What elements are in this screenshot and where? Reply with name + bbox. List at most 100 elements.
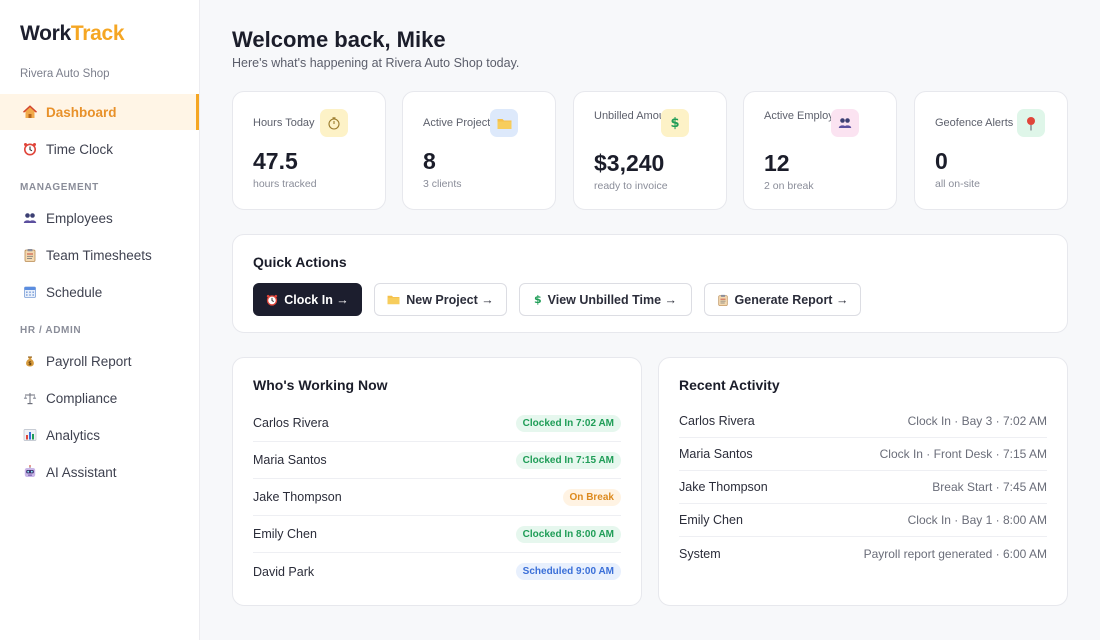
- robot-icon: [22, 464, 38, 480]
- quick-actions-panel: Quick Actions Clock In → New Project → $…: [232, 234, 1068, 333]
- list-item[interactable]: Jake Thompson Break Start · 7:45 AM: [679, 471, 1047, 504]
- dollar-icon: $: [533, 293, 542, 306]
- logo-text-accent: Track: [70, 22, 125, 45]
- status-badge: Scheduled 9:00 AM: [515, 563, 621, 580]
- stat-sub: 3 clients: [423, 178, 462, 190]
- logo-text-primary: Work: [20, 22, 71, 45]
- sidebar-item-label: Dashboard: [46, 104, 117, 120]
- stat-card-hours-today[interactable]: Hours Today 47.5 hours tracked: [232, 91, 386, 210]
- sidebar-item-payroll-report[interactable]: $ Payroll Report: [0, 343, 199, 379]
- sidebar-item-schedule[interactable]: Schedule: [0, 274, 199, 310]
- stat-card-active-projects[interactable]: Active Projects 8 3 clients: [402, 91, 556, 210]
- button-label: Generate Report →: [734, 292, 849, 307]
- clipboard-icon: [717, 294, 729, 306]
- table-row[interactable]: Jake Thompson On Break: [253, 479, 621, 516]
- bar-chart-icon: [22, 427, 38, 443]
- stat-value: 8: [423, 148, 436, 174]
- activity-detail: Clock In · Bay 3 · 7:02 AM: [907, 414, 1047, 428]
- activity-actor: Carlos Rivera: [679, 414, 755, 428]
- sidebar-item-label: Payroll Report: [46, 353, 132, 369]
- stat-sub: ready to invoice: [594, 180, 668, 192]
- list-item[interactable]: System Payroll report generated · 6:00 A…: [679, 537, 1047, 570]
- sidebar-item-ai-assistant[interactable]: AI Assistant: [0, 454, 199, 490]
- sidebar-item-label: Employees: [46, 210, 113, 226]
- sidebar-item-time-clock[interactable]: Time Clock: [0, 131, 199, 167]
- employee-name: David Park: [253, 564, 315, 579]
- stat-card-geofence-alerts[interactable]: Geofence Alerts 0 all on-site: [914, 91, 1068, 210]
- activity-detail: Clock In · Bay 1 · 8:00 AM: [907, 513, 1047, 527]
- list-item[interactable]: Emily Chen Clock In · Bay 1 · 8:00 AM: [679, 504, 1047, 537]
- stat-value: 0: [935, 148, 948, 174]
- people-icon: [22, 210, 38, 226]
- sidebar-item-label: Team Timesheets: [46, 247, 152, 263]
- view-unbilled-time-button[interactable]: $ View Unbilled Time →: [519, 283, 692, 316]
- status-badge: Clocked In 7:02 AM: [515, 414, 621, 432]
- working-now-panel: Who's Working Now Carlos Rivera Clocked …: [232, 357, 642, 606]
- activity-detail: Clock In · Front Desk · 7:15 AM: [879, 447, 1047, 461]
- stat-card-active-employees[interactable]: Active Employees 12 2 on break: [743, 91, 897, 210]
- employee-name: Carlos Rivera: [253, 416, 329, 430]
- table-row[interactable]: Maria Santos Clocked In 7:15 AM: [253, 442, 621, 479]
- table-row[interactable]: Carlos Rivera Clocked In 7:02 AM: [253, 405, 621, 442]
- table-row[interactable]: David Park Scheduled 9:00 AM: [253, 553, 621, 590]
- calendar-icon: [22, 284, 38, 300]
- sidebar-item-dashboard[interactable]: Dashboard: [0, 94, 199, 130]
- stat-label: Geofence Alerts: [935, 117, 1014, 129]
- stat-value: 47.5: [253, 148, 298, 174]
- house-icon: [22, 104, 38, 120]
- alarm-clock-icon: [22, 141, 38, 157]
- sidebar-item-team-timesheets[interactable]: Team Timesheets: [0, 237, 199, 273]
- sidebar-item-label: AI Assistant: [46, 464, 117, 480]
- status-badge: On Break: [562, 488, 621, 506]
- sidebar-item-label: Schedule: [46, 284, 103, 300]
- stat-value: 12: [764, 150, 790, 176]
- status-badge: Clocked In 8:00 AM: [515, 525, 621, 543]
- sidebar: WorkTrack Rivera Auto Shop Dashboard Tim…: [0, 0, 200, 640]
- money-bag-icon: $: [22, 353, 38, 369]
- people-icon: [831, 109, 859, 137]
- stat-sub: 2 on break: [764, 180, 814, 192]
- list-item[interactable]: Maria Santos Clock In · Front Desk · 7:1…: [679, 438, 1047, 471]
- sidebar-item-label: Analytics: [46, 427, 101, 443]
- app-logo[interactable]: WorkTrack: [20, 22, 125, 46]
- stat-value: $3,240: [594, 150, 665, 176]
- activity-actor: Emily Chen: [679, 513, 743, 527]
- clock-in-button[interactable]: Clock In →: [253, 283, 362, 316]
- employee-name: Jake Thompson: [253, 490, 342, 504]
- activity-actor: Jake Thompson: [679, 480, 768, 494]
- clipboard-icon: [22, 247, 38, 263]
- recent-activity-panel: Recent Activity Carlos Rivera Clock In ·…: [658, 357, 1068, 606]
- button-label: View Unbilled Time →: [547, 292, 678, 307]
- svg-text:$: $: [28, 361, 32, 367]
- sidebar-item-compliance[interactable]: Compliance: [0, 380, 199, 416]
- sidebar-item-employees[interactable]: Employees: [0, 200, 199, 236]
- activity-detail: Break Start · 7:45 AM: [932, 480, 1047, 494]
- scales-icon: [22, 390, 38, 406]
- employee-name: Emily Chen: [253, 527, 317, 541]
- activity-detail: Payroll report generated · 6:00 AM: [863, 546, 1047, 561]
- working-now-title: Who's Working Now: [253, 377, 388, 393]
- new-project-button[interactable]: New Project →: [374, 283, 507, 316]
- sidebar-item-analytics[interactable]: Analytics: [0, 417, 199, 453]
- button-label: New Project →: [406, 292, 494, 307]
- recent-activity-title: Recent Activity: [679, 377, 780, 393]
- status-badge: Clocked In 7:15 AM: [515, 451, 621, 469]
- table-row[interactable]: Emily Chen Clocked In 8:00 AM: [253, 516, 621, 553]
- page-title: Welcome back, Mike: [232, 27, 446, 52]
- folder-icon: [490, 109, 518, 137]
- nav-section-hr-admin: HR / ADMIN: [20, 325, 82, 336]
- activity-actor: Maria Santos: [679, 447, 753, 461]
- list-item[interactable]: Carlos Rivera Clock In · Bay 3 · 7:02 AM: [679, 405, 1047, 438]
- stat-sub: hours tracked: [253, 178, 317, 190]
- nav-section-management: MANAGEMENT: [20, 182, 99, 193]
- activity-actor: System: [679, 546, 721, 561]
- alarm-clock-icon: [266, 294, 278, 306]
- page-subtitle: Here's what's happening at Rivera Auto S…: [232, 56, 520, 70]
- sidebar-item-label: Time Clock: [46, 141, 114, 157]
- quick-actions-title: Quick Actions: [253, 254, 347, 270]
- stopwatch-icon: [320, 109, 348, 137]
- dollar-icon: $: [661, 109, 689, 137]
- button-label: Clock In →: [284, 292, 349, 307]
- generate-report-button[interactable]: Generate Report →: [704, 283, 861, 316]
- stat-card-unbilled-amount[interactable]: Unbilled Amount $ $3,240 ready to invoic…: [573, 91, 727, 210]
